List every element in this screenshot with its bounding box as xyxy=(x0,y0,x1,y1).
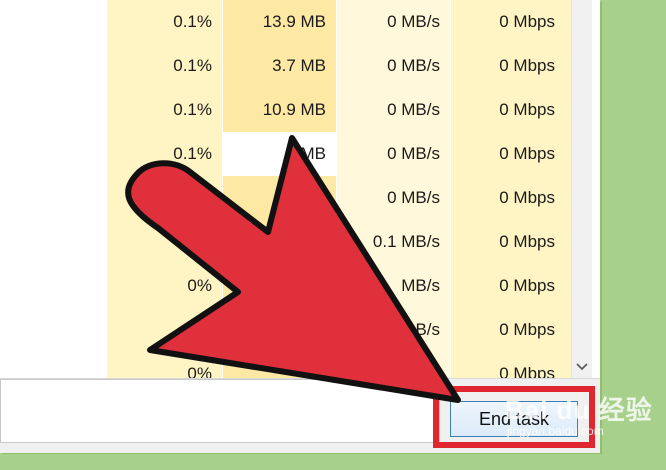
table-row[interactable]: 0% MB/s 0 Mbps xyxy=(107,264,571,308)
footer-bar: End task xyxy=(0,378,600,453)
network-cell: 0 Mbps xyxy=(451,132,571,176)
disk-cell: 0 MB/s xyxy=(337,176,450,220)
process-grid: 0.1% 13.9 MB 0 MB/s 0 Mbps 0.1% 3.7 MB 0… xyxy=(107,0,571,396)
disk-cell: 0 MB/s xyxy=(337,88,450,132)
table-row[interactable]: 40 0 MB/s 0 Mbps xyxy=(107,176,571,220)
cpu-cell: 0.1% xyxy=(107,88,222,132)
memory-cell: 3.7 MB xyxy=(223,44,336,88)
disk-cell: 0 MB/s xyxy=(337,44,450,88)
chevron-down-icon[interactable] xyxy=(572,363,592,374)
network-cell: 0 Mbps xyxy=(451,264,571,308)
disk-cell: B/s xyxy=(337,308,450,352)
network-cell: 0 Mbps xyxy=(451,0,571,44)
table-row[interactable]: 0% B/s 0 Mbps xyxy=(107,308,571,352)
network-cell: 0 Mbps xyxy=(451,220,571,264)
memory-cell xyxy=(223,308,336,352)
memory-cell: MB xyxy=(223,132,336,176)
end-task-button[interactable]: End task xyxy=(450,401,578,437)
disk-cell: 0 MB/s xyxy=(337,132,450,176)
table-row[interactable]: 0.1% 13.9 MB 0 MB/s 0 Mbps xyxy=(107,0,571,44)
cpu-cell xyxy=(107,220,222,264)
process-name-pane xyxy=(0,0,107,378)
memory-cell: 10.9 MB xyxy=(223,88,336,132)
memory-cell: 13.9 MB xyxy=(223,0,336,44)
table-row[interactable]: 0.1% MB 0 MB/s 0 Mbps xyxy=(107,132,571,176)
task-manager-window: 0.1% 13.9 MB 0 MB/s 0 Mbps 0.1% 3.7 MB 0… xyxy=(0,0,600,453)
table-row[interactable]: 0.1% 3.7 MB 0 MB/s 0 Mbps xyxy=(107,44,571,88)
network-cell: 0 Mbps xyxy=(451,308,571,352)
disk-cell: MB/s xyxy=(337,264,450,308)
cpu-cell: 0% xyxy=(107,264,222,308)
cpu-cell: 0.1% xyxy=(107,132,222,176)
disk-cell: 0 MB/s xyxy=(337,0,450,44)
network-cell: 0 Mbps xyxy=(451,88,571,132)
vertical-scrollbar[interactable] xyxy=(571,0,592,378)
table-row[interactable]: 0.1% 10.9 MB 0 MB/s 0 Mbps xyxy=(107,88,571,132)
memory-cell: 40 xyxy=(223,176,336,220)
network-cell: 0 Mbps xyxy=(451,44,571,88)
memory-cell xyxy=(223,264,336,308)
memory-cell xyxy=(223,220,336,264)
disk-cell: 0.1 MB/s xyxy=(337,220,450,264)
network-cell: 0 Mbps xyxy=(451,176,571,220)
table-row[interactable]: 0.1 MB/s 0 Mbps xyxy=(107,220,571,264)
details-strip xyxy=(0,379,440,443)
cpu-cell: 0% xyxy=(107,308,222,352)
cpu-cell: 0.1% xyxy=(107,0,222,44)
cpu-cell: 0.1% xyxy=(107,44,222,88)
cpu-cell xyxy=(107,176,222,220)
